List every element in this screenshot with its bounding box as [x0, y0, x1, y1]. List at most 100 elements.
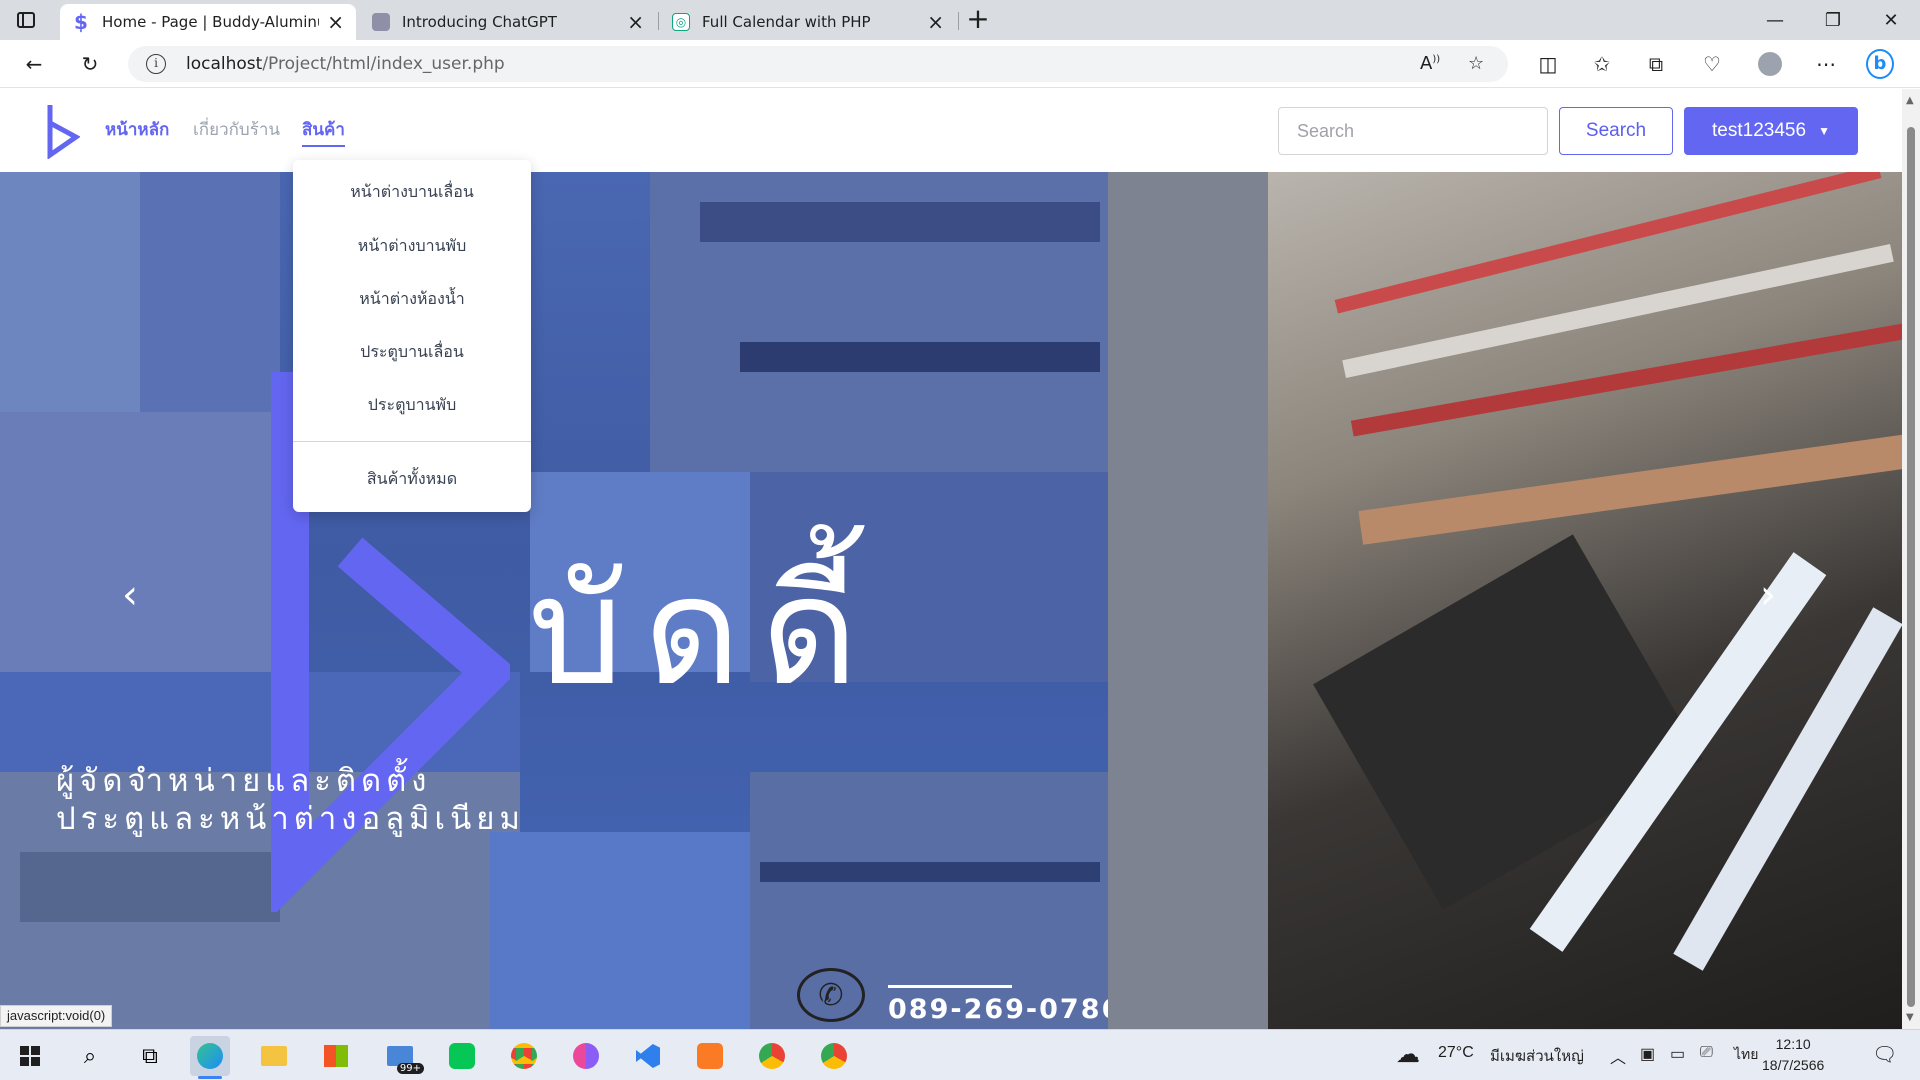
tab-title: Full Calendar with PHP	[702, 13, 871, 31]
site-navbar: หน้าหลัก เกี่ยวกับร้าน สินค้า Search tes…	[0, 89, 1902, 172]
more-menu-icon[interactable]: ⋯	[1812, 50, 1840, 78]
chrome-icon[interactable]	[814, 1036, 854, 1076]
mail-badge: 99+	[396, 1063, 424, 1074]
chatgpt-icon	[372, 13, 390, 31]
page-scrollbar[interactable]: ▲ ▼	[1902, 89, 1920, 1029]
profile-avatar-icon[interactable]	[1756, 50, 1784, 78]
collage-tile	[0, 172, 140, 412]
collage-tile	[140, 172, 280, 412]
carousel-prev-button[interactable]: ‹	[110, 570, 150, 620]
dropdown-item-casement-window[interactable]: หน้าต่างบานพับ	[293, 234, 531, 259]
read-aloud-icon[interactable]: A))	[1420, 53, 1440, 74]
dropdown-divider	[293, 441, 531, 442]
dropdown-item-swing-door[interactable]: ประตูบานพับ	[293, 393, 531, 418]
close-window-button[interactable]: ✕	[1862, 0, 1920, 40]
phone-underline	[888, 985, 1012, 988]
collections-icon[interactable]: ⧉	[1642, 50, 1670, 78]
dropdown-item-sliding-window[interactable]: หน้าต่างบานเลื่อน	[293, 180, 531, 205]
dropdown-item-sliding-door[interactable]: ประตูบานเลื่อน	[293, 340, 531, 365]
mail-icon[interactable]: 99+	[380, 1036, 424, 1076]
scroll-down-icon[interactable]: ▼	[1906, 1012, 1914, 1023]
search-icon[interactable]: ⌕	[70, 1036, 110, 1076]
products-dropdown-menu: หน้าต่างบานเลื่อน หน้าต่างบานพับ หน้าต่า…	[293, 160, 531, 512]
brand-name: บัดดี้	[528, 545, 879, 719]
user-name: test123456	[1712, 120, 1807, 141]
user-menu-button[interactable]: test123456 ▼	[1684, 107, 1858, 155]
task-view-icon[interactable]: ⧉	[130, 1036, 170, 1076]
chrome-icon[interactable]	[752, 1036, 792, 1076]
weather-description[interactable]: มีเมฆส่วนใหญ่	[1490, 1044, 1584, 1068]
battery-icon[interactable]: ▭	[1670, 1044, 1685, 1064]
clock-date: 18/7/2566	[1762, 1057, 1825, 1073]
back-icon[interactable]: ←	[20, 50, 48, 78]
collage-tile	[0, 412, 280, 672]
tagline-line-1: ผู้จัดจำหน่ายและติดตั้ง	[56, 763, 432, 799]
chevron-down-icon: ▼	[1818, 124, 1830, 138]
collage-tile	[760, 862, 1100, 882]
bing-copilot-icon[interactable]: b	[1866, 49, 1894, 79]
minimize-button[interactable]: —	[1746, 0, 1804, 40]
favorite-star-icon[interactable]: ☆	[1468, 53, 1484, 74]
search-button[interactable]: Search	[1559, 107, 1673, 155]
close-tab-icon[interactable]: ×	[627, 12, 644, 32]
line-app-icon[interactable]	[442, 1036, 482, 1076]
new-tab-button[interactable]: +	[964, 5, 992, 34]
nav-about[interactable]: เกี่ยวกับร้าน	[193, 116, 280, 143]
address-url: localhost/Project/html/index_user.php	[186, 54, 505, 74]
reload-icon[interactable]: ↻	[76, 50, 104, 78]
vscode-icon[interactable]	[628, 1036, 668, 1076]
browser-tab-strip: $ Home - Page | Buddy-Aluminum × Introdu…	[0, 0, 1920, 40]
tab-divider	[658, 12, 659, 30]
network-icon[interactable]: ▣	[1640, 1044, 1655, 1064]
nav-products[interactable]: สินค้า	[302, 116, 345, 147]
split-screen-icon[interactable]: ◫	[1534, 50, 1562, 78]
collage-tile	[20, 852, 280, 922]
maximize-button[interactable]: ❐	[1804, 0, 1862, 40]
notifications-icon[interactable]: 🗨	[1872, 1042, 1897, 1067]
collage-tile	[1108, 172, 1268, 1029]
tab-title: Introducing ChatGPT	[402, 13, 557, 31]
chevron-up-icon[interactable]: ︿	[1610, 1044, 1626, 1068]
edge-browser-icon[interactable]	[190, 1036, 230, 1079]
search-input[interactable]	[1278, 107, 1548, 155]
collage-tile	[740, 342, 1100, 372]
collage-tile	[490, 832, 750, 1029]
weather-icon[interactable]: ☁	[1396, 1040, 1420, 1069]
tab-divider	[958, 12, 959, 30]
xampp-icon[interactable]	[690, 1036, 730, 1076]
windows-start-icon[interactable]	[10, 1036, 50, 1076]
collage-tile	[700, 202, 1100, 242]
scrollbar-thumb[interactable]	[1907, 127, 1915, 1007]
close-tab-icon[interactable]: ×	[327, 12, 344, 32]
browser-essentials-icon[interactable]: ♡	[1698, 50, 1726, 78]
chrome-icon[interactable]	[504, 1036, 544, 1076]
tab-full-calendar[interactable]: ◎ Full Calendar with PHP ×	[660, 4, 956, 40]
system-clock[interactable]: 12:10 18/7/2566	[1762, 1034, 1824, 1076]
favorites-icon[interactable]: ✩	[1588, 50, 1616, 78]
carousel-next-button[interactable]: ›	[1748, 570, 1788, 620]
tab-buddy-aluminum[interactable]: $ Home - Page | Buddy-Aluminum ×	[60, 4, 356, 40]
language-indicator[interactable]: ไทย	[1734, 1044, 1758, 1066]
chatgpt-icon: ◎	[672, 13, 690, 31]
scroll-up-icon[interactable]: ▲	[1906, 95, 1914, 106]
microsoft-store-icon[interactable]	[316, 1036, 356, 1076]
display-icon[interactable]: ⎚	[1700, 1044, 1713, 1062]
file-explorer-icon[interactable]	[254, 1036, 294, 1076]
dropdown-item-all-products[interactable]: สินค้าทั้งหมด	[293, 467, 531, 492]
buddy-logo-icon: $	[74, 10, 88, 34]
phone-icon: ✆	[797, 968, 865, 1022]
tab-introducing-chatgpt[interactable]: Introducing ChatGPT ×	[360, 4, 656, 40]
phone-number: 089-269-0786	[888, 994, 1123, 1025]
close-tab-icon[interactable]: ×	[927, 12, 944, 32]
chrome-profile-icon[interactable]	[566, 1036, 606, 1076]
weather-temp[interactable]: 27°C	[1438, 1044, 1474, 1062]
site-info-icon[interactable]: i	[146, 54, 166, 74]
tab-title: Home - Page | Buddy-Aluminum	[102, 13, 320, 31]
address-bar[interactable]: i localhost/Project/html/index_user.php …	[128, 46, 1508, 82]
tab-actions-icon[interactable]	[14, 8, 38, 32]
buddy-logo-icon[interactable]	[46, 103, 80, 159]
windows-taskbar: ⌕ ⧉ 99+ ☁ 27°C มีเมฆส่วนใหญ่ ︿ ▣ ▭ ⎚ ไทย…	[0, 1029, 1920, 1080]
hero-carousel: บัดดี้ ผู้จัดจำหน่ายและติดตั้ง ประตูและห…	[0, 172, 1902, 1029]
dropdown-item-bathroom-window[interactable]: หน้าต่างห้องน้ำ	[293, 287, 531, 312]
nav-home[interactable]: หน้าหลัก	[105, 116, 169, 143]
